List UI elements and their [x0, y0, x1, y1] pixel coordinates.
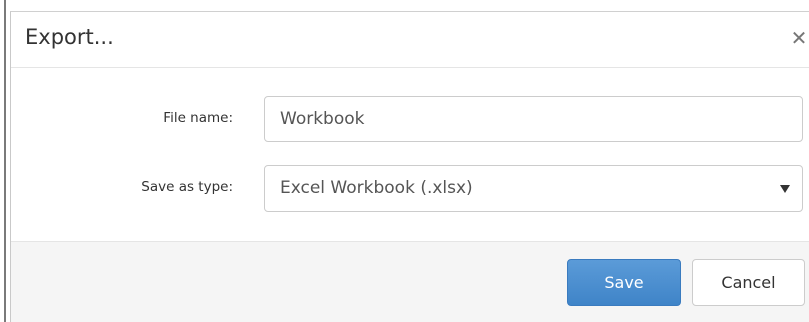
- caret-down-icon: [780, 185, 790, 193]
- file-name-row: File name:: [11, 96, 809, 144]
- file-name-label: File name:: [163, 110, 233, 126]
- save-button[interactable]: Save: [567, 259, 681, 306]
- save-as-type-row: Save as type: Excel Workbook (.xlsx): [11, 165, 809, 213]
- dialog-title: Export...: [25, 25, 114, 49]
- page: Export... ✕ File name: Save as type: Exc…: [0, 0, 809, 322]
- cancel-button[interactable]: Cancel: [692, 259, 805, 306]
- save-as-type-value: Excel Workbook (.xlsx): [280, 178, 473, 198]
- window-edge-line: [4, 0, 6, 322]
- save-as-type-label: Save as type:: [141, 179, 233, 195]
- file-name-input[interactable]: [264, 96, 803, 142]
- dialog-header: Export... ✕: [11, 12, 809, 68]
- close-icon[interactable]: ✕: [789, 27, 809, 49]
- dialog-footer: Save Cancel: [11, 241, 809, 322]
- export-dialog: Export... ✕ File name: Save as type: Exc…: [10, 11, 809, 322]
- dialog-body: File name: Save as type: Excel Workbook …: [11, 68, 809, 240]
- save-as-type-select[interactable]: Excel Workbook (.xlsx): [264, 165, 803, 212]
